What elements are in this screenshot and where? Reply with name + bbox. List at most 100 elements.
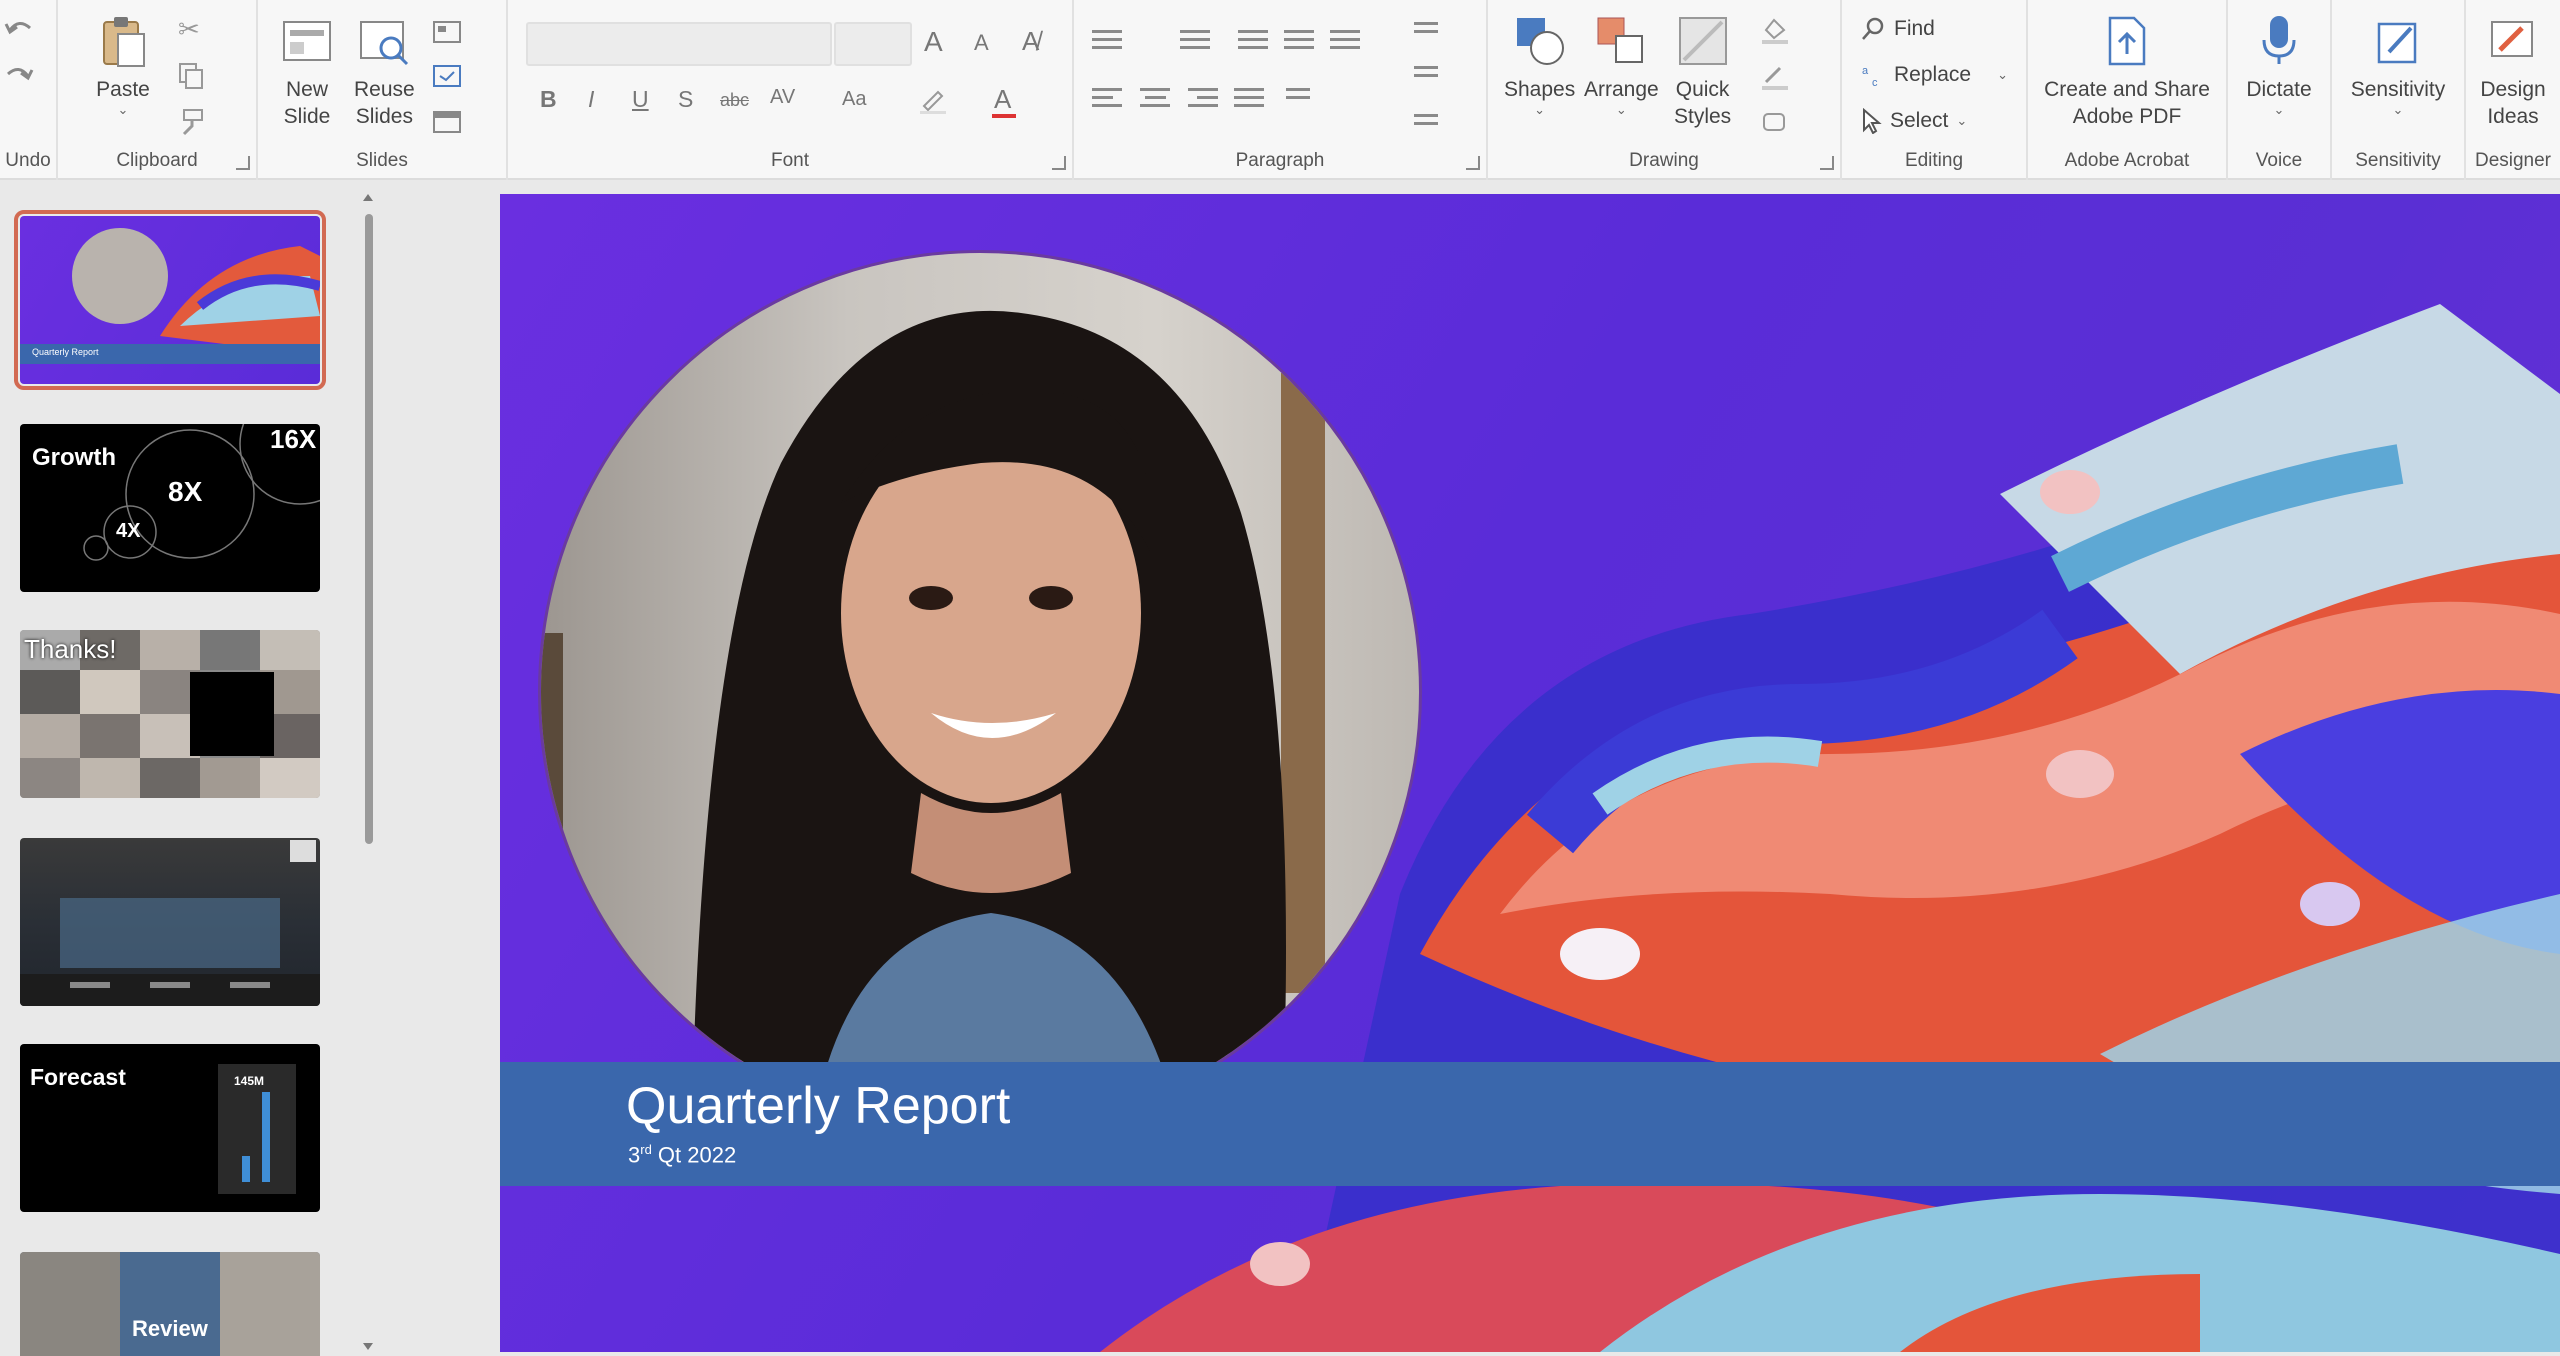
- thumbnail-5-bar-1: [242, 1156, 250, 1182]
- grow-font-icon[interactable]: A: [924, 26, 943, 58]
- ribbon: Undo Paste ⌄ ✂ Clipboard New Slide Reuse…: [0, 0, 2560, 180]
- thumbnail-3-title: Thanks!: [24, 634, 117, 664]
- slide-thumbnail-5[interactable]: Forecast 145M: [20, 1044, 320, 1212]
- acrobat-group-label: Adobe Acrobat: [2064, 150, 2190, 171]
- paste-button[interactable]: Paste ⌄: [96, 14, 150, 117]
- format-painter-icon[interactable]: [176, 108, 206, 136]
- char-spacing-button[interactable]: AV: [770, 86, 795, 109]
- sensitivity-icon: [2377, 22, 2417, 64]
- align-text-icon[interactable]: [1414, 66, 1438, 88]
- scroll-up-icon[interactable]: [362, 192, 374, 202]
- text-direction-icon[interactable]: [1414, 22, 1438, 44]
- quick-styles-icon: [1678, 17, 1727, 65]
- slide-thumbnail-2[interactable]: Growth 16X 8X 4X: [20, 424, 320, 592]
- presenter-video-circle[interactable]: [538, 250, 1422, 1134]
- sensitivity-button[interactable]: Sensitivity ⌄: [2332, 14, 2464, 117]
- font-size-dropdown[interactable]: [834, 22, 912, 66]
- underline-button[interactable]: U: [632, 86, 649, 113]
- drawing-group-label: Drawing: [1629, 150, 1699, 171]
- align-center-icon[interactable]: [1140, 88, 1170, 110]
- presenter-image: [541, 310, 1325, 1131]
- shape-effects-icon[interactable]: [1760, 108, 1790, 136]
- new-slide-button[interactable]: New Slide: [280, 14, 334, 130]
- slide-thumbnail-6[interactable]: Review: [20, 1252, 320, 1356]
- shapes-button[interactable]: Shapes ⌄: [1504, 14, 1575, 117]
- designer-group: Design Ideas Designer: [2466, 0, 2560, 180]
- reuse-slides-button[interactable]: Reuse Slides: [354, 14, 415, 130]
- align-left-icon[interactable]: [1092, 88, 1122, 110]
- reuse-slides-label-1: Reuse: [354, 78, 415, 101]
- replace-button[interactable]: ac Replace ⌄: [1860, 62, 2008, 88]
- select-button[interactable]: Select ⌄: [1860, 108, 1967, 134]
- replace-chevron-icon: ⌄: [1997, 67, 2008, 82]
- bold-button[interactable]: B: [540, 86, 557, 113]
- align-right-icon[interactable]: [1188, 88, 1218, 110]
- new-slide-icon: [283, 21, 331, 61]
- font-name-dropdown[interactable]: [526, 22, 832, 66]
- numbering-icon[interactable]: [1180, 30, 1210, 52]
- increase-indent-icon[interactable]: [1284, 30, 1314, 52]
- replace-label: Replace: [1894, 63, 1972, 86]
- undo-icon[interactable]: [4, 16, 34, 40]
- sensitivity-group: Sensitivity ⌄ Sensitivity: [2332, 0, 2466, 180]
- design-ideas-label-2: Ideas: [2487, 105, 2539, 128]
- italic-button[interactable]: I: [588, 86, 594, 113]
- shape-outline-icon[interactable]: [1760, 62, 1790, 90]
- font-color-bar: [992, 114, 1016, 118]
- shapes-label: Shapes: [1504, 78, 1576, 101]
- font-color-icon[interactable]: A: [994, 84, 1011, 115]
- change-case-button[interactable]: Aa: [842, 88, 866, 111]
- acrobat-group: Create and Share Adobe PDF Adobe Acrobat: [2028, 0, 2228, 180]
- shadow-button[interactable]: S: [678, 86, 693, 113]
- slide-thumbnail-4[interactable]: [20, 838, 320, 1006]
- arrange-button[interactable]: Arrange ⌄: [1584, 14, 1659, 117]
- redo-icon[interactable]: [4, 62, 34, 86]
- undo-group: Undo: [0, 0, 58, 180]
- section-icon[interactable]: [432, 108, 462, 136]
- paragraph-group-label: Paragraph: [1235, 150, 1325, 171]
- strikethrough-button[interactable]: abc: [720, 90, 749, 111]
- clear-format-icon[interactable]: A̸: [1022, 26, 1039, 57]
- slide-thumbnail-1[interactable]: Quarterly Report: [14, 210, 326, 390]
- search-icon: [1862, 17, 1884, 40]
- design-ideas-button[interactable]: Design Ideas: [2466, 14, 2560, 130]
- cut-icon[interactable]: ✂: [178, 14, 200, 45]
- create-pdf-button[interactable]: Create and Share Adobe PDF: [2028, 14, 2226, 130]
- smartart-icon[interactable]: [1414, 114, 1438, 136]
- decrease-indent-icon[interactable]: [1238, 30, 1268, 52]
- slide-thumbnail-3[interactable]: Thanks!: [20, 630, 320, 798]
- design-ideas-label-1: Design: [2480, 78, 2546, 101]
- highlight-icon[interactable]: [918, 86, 948, 114]
- scroll-down-icon[interactable]: [362, 1342, 374, 1352]
- justify-icon[interactable]: [1234, 88, 1264, 110]
- paste-label: Paste: [96, 78, 150, 101]
- slide-canvas[interactable]: Quarterly Report 3rd Qt 2022: [500, 194, 2560, 1352]
- copy-icon[interactable]: [176, 62, 206, 90]
- quick-styles-button[interactable]: Quick Styles: [1674, 14, 1731, 130]
- slide-subtitle[interactable]: 3rd Qt 2022: [628, 1142, 736, 1168]
- bullets-icon[interactable]: [1092, 30, 1122, 52]
- thumbnail-5-bar-2: [262, 1092, 270, 1182]
- dictate-chevron-icon: ⌄: [2273, 102, 2285, 117]
- thumbnail-scroll-thumb[interactable]: [365, 214, 373, 844]
- slides-group: New Slide Reuse Slides Slides: [258, 0, 508, 180]
- layout-icon[interactable]: [432, 18, 462, 46]
- shape-fill-icon[interactable]: [1760, 16, 1790, 44]
- line-spacing-icon[interactable]: [1330, 30, 1360, 52]
- columns-icon[interactable]: [1286, 88, 1310, 110]
- editing-group: Find ac Replace ⌄ Select ⌄ Editing: [1842, 0, 2028, 180]
- thumbnail-5-title: Forecast: [30, 1064, 126, 1090]
- thumbnail-2-number-16x: 16X: [270, 424, 317, 454]
- slide-title[interactable]: Quarterly Report: [626, 1076, 1010, 1136]
- paragraph-group: Paragraph: [1074, 0, 1488, 180]
- dictate-button[interactable]: Dictate ⌄: [2228, 14, 2330, 117]
- find-button[interactable]: Find: [1860, 16, 1935, 42]
- arrange-label: Arrange: [1584, 78, 1659, 101]
- drawing-group: Shapes ⌄ Arrange ⌄ Quick Styles Drawing: [1488, 0, 1842, 180]
- font-group-label: Font: [770, 150, 810, 171]
- paste-chevron-icon[interactable]: ⌄: [118, 103, 129, 117]
- reset-icon[interactable]: [432, 62, 462, 90]
- thumbnail-5-value: 145M: [234, 1074, 265, 1088]
- shrink-font-icon[interactable]: A: [974, 30, 989, 56]
- paste-icon: [103, 17, 145, 67]
